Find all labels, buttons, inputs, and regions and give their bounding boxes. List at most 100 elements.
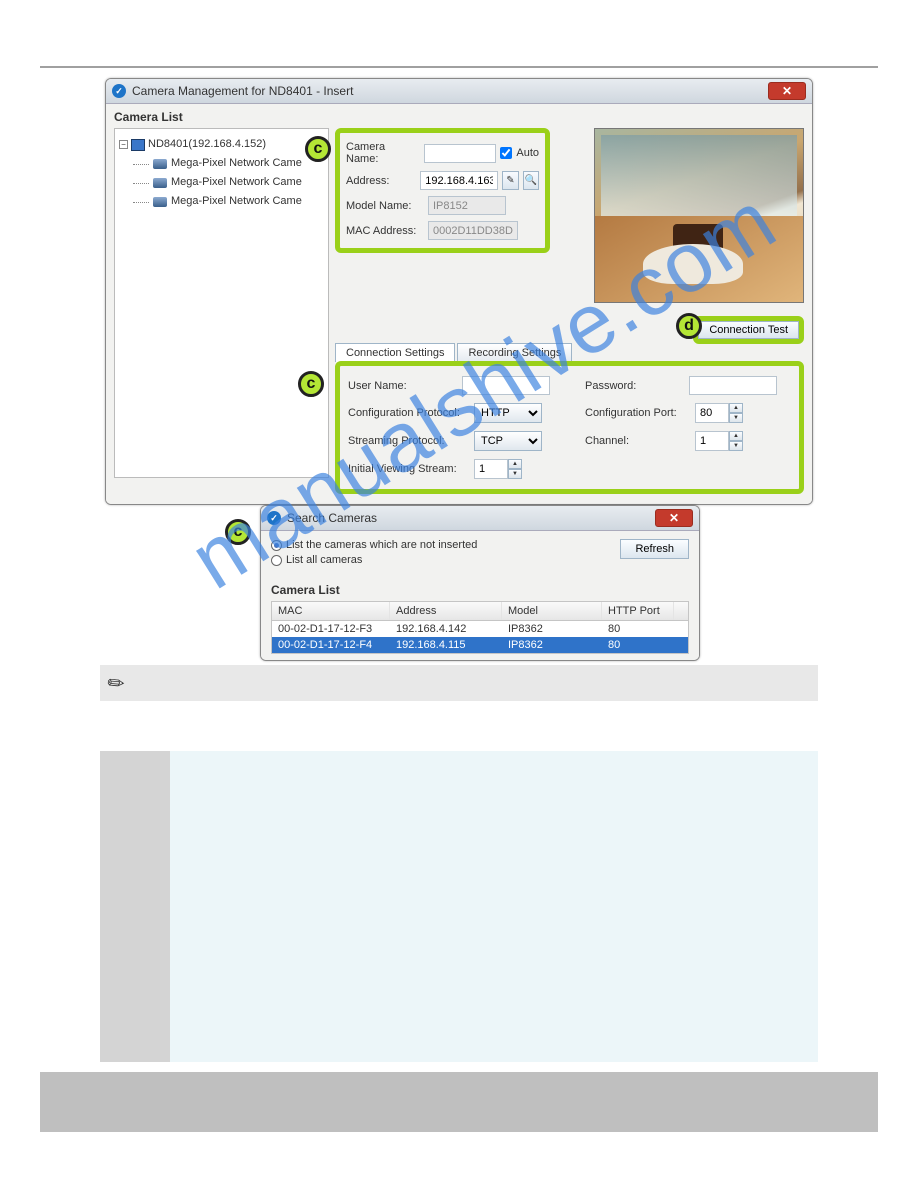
streaming-protocol-select[interactable]: TCP: [474, 431, 542, 451]
tree-camera-node[interactable]: Mega-Pixel Network Came: [153, 154, 324, 173]
detect-button[interactable]: ✎: [502, 171, 518, 190]
user-name-label: User Name:: [348, 380, 458, 392]
channel-spinner[interactable]: ▲▼: [695, 431, 743, 451]
spin-up-icon[interactable]: ▲: [508, 459, 522, 469]
model-name-label: Model Name:: [346, 200, 424, 212]
address-label: Address:: [346, 175, 416, 187]
annotation-badge-c: c: [225, 519, 251, 545]
table-stub-cell: [100, 966, 170, 1026]
spin-down-icon[interactable]: ▼: [729, 413, 743, 423]
page-footer-band: [40, 1072, 878, 1132]
tab-recording-settings[interactable]: Recording Settings: [457, 343, 572, 362]
camera-tree[interactable]: − ND8401(192.168.4.152) Mega-Pixel Netwo…: [114, 128, 329, 478]
col-model[interactable]: Model: [502, 602, 602, 620]
search-button[interactable]: 🔍: [523, 171, 539, 190]
connection-test-box: Connection Test: [693, 316, 804, 344]
titlebar: ✓ Camera Management for ND8401 - Insert …: [106, 79, 812, 104]
table-row[interactable]: 00-02-D1-17-12-F3 192.168.4.142 IP8362 8…: [272, 621, 688, 637]
tree-node-label: Mega-Pixel Network Came: [171, 154, 302, 173]
model-name-input: [428, 196, 506, 215]
password-input[interactable]: [689, 376, 777, 395]
refresh-button[interactable]: Refresh: [620, 539, 689, 559]
camera-management-window: ✓ Camera Management for ND8401 - Insert …: [105, 78, 813, 505]
search-icon: 🔍: [525, 175, 537, 186]
tree-node-label: Mega-Pixel Network Came: [171, 192, 302, 211]
config-protocol-select[interactable]: HTTP: [474, 403, 542, 423]
config-protocol-label: Configuration Protocol:: [348, 407, 470, 419]
tree-root-node[interactable]: − ND8401(192.168.4.152): [119, 135, 324, 154]
tree-camera-node[interactable]: Mega-Pixel Network Came: [153, 192, 324, 211]
close-icon: ✕: [669, 511, 679, 525]
radio-label: List all cameras: [286, 554, 362, 566]
user-name-input[interactable]: [462, 376, 550, 395]
pencil-icon: ✎: [102, 668, 131, 698]
app-icon: ✓: [112, 84, 126, 98]
config-port-label: Configuration Port:: [585, 407, 691, 419]
annotation-badge-c: c: [305, 136, 331, 162]
camera-list-heading: Camera List: [271, 583, 689, 597]
titlebar: ✓ Search Cameras ✕: [261, 506, 699, 531]
table-content-cell: [170, 871, 818, 966]
camera-icon: [153, 178, 167, 188]
connection-test-button[interactable]: Connection Test: [698, 321, 799, 339]
radio-icon: [271, 555, 282, 566]
config-port-input[interactable]: [695, 403, 729, 423]
tab-connection-settings[interactable]: Connection Settings: [335, 343, 455, 362]
filter-not-inserted-option[interactable]: List the cameras which are not inserted: [271, 539, 620, 551]
table-row[interactable]: 00-02-D1-17-12-F4 192.168.4.115 IP8362 8…: [272, 637, 688, 653]
radio-icon: [271, 540, 282, 551]
col-http-port[interactable]: HTTP Port: [602, 602, 674, 620]
tree-root-label: ND8401(192.168.4.152): [148, 135, 266, 154]
tree-node-label: Mega-Pixel Network Came: [171, 173, 302, 192]
table-content-cell: [170, 1026, 818, 1062]
table-stub-cell: [100, 751, 170, 871]
initial-stream-spinner[interactable]: ▲▼: [474, 459, 522, 479]
address-input[interactable]: [420, 171, 498, 190]
camera-icon: [153, 197, 167, 207]
camera-preview-thumbnail: [594, 128, 804, 303]
search-cameras-window: ✓ Search Cameras ✕ Refresh List the came…: [260, 505, 700, 661]
channel-label: Channel:: [585, 435, 691, 447]
camera-name-label: Camera Name:: [346, 141, 420, 165]
close-button[interactable]: ✕: [655, 509, 693, 527]
camera-icon: [153, 159, 167, 169]
table-header: MAC Address Model HTTP Port: [272, 602, 688, 621]
close-icon: ✕: [782, 84, 792, 98]
camera-list-heading: Camera List: [114, 110, 804, 124]
mac-address-input: [428, 221, 518, 240]
table-stub-cell: [100, 1026, 170, 1062]
screenshot-area: manualshive.com ✓ Camera Management for …: [105, 78, 813, 661]
table-stub-cell: [100, 871, 170, 966]
tree-expand-icon[interactable]: −: [119, 140, 128, 149]
initial-stream-input[interactable]: [474, 459, 508, 479]
table-content-cell: [170, 751, 818, 871]
col-address[interactable]: Address: [390, 602, 502, 620]
close-button[interactable]: ✕: [768, 82, 806, 100]
connection-settings-panel: c User Name: Password:: [335, 361, 804, 494]
col-mac[interactable]: MAC: [272, 602, 390, 620]
config-port-spinner[interactable]: ▲▼: [695, 403, 743, 423]
camera-name-input[interactable]: [424, 144, 496, 163]
note-bar: ✎: [100, 665, 818, 701]
annotation-badge-d: d: [676, 313, 702, 339]
mac-address-label: MAC Address:: [346, 225, 424, 237]
radio-label: List the cameras which are not inserted: [286, 539, 477, 551]
window-title: Search Cameras: [287, 511, 377, 525]
channel-input[interactable]: [695, 431, 729, 451]
streaming-protocol-label: Streaming Protocol:: [348, 435, 470, 447]
settings-tabs: Connection Settings Recording Settings: [335, 343, 804, 362]
password-label: Password:: [585, 380, 685, 392]
spin-up-icon[interactable]: ▲: [729, 403, 743, 413]
spin-down-icon[interactable]: ▼: [508, 469, 522, 479]
app-icon: ✓: [267, 511, 281, 525]
annotation-badge-c: c: [298, 371, 324, 397]
wand-icon: ✎: [506, 175, 514, 186]
filter-all-option[interactable]: List all cameras: [271, 554, 620, 566]
spin-up-icon[interactable]: ▲: [729, 431, 743, 441]
spin-down-icon[interactable]: ▼: [729, 441, 743, 451]
auto-checkbox[interactable]: [500, 147, 512, 159]
camera-info-box: Camera Name: Auto Address: ✎ 🔍 M: [335, 128, 550, 253]
auto-label: Auto: [516, 147, 539, 159]
item-table: [100, 751, 818, 1062]
tree-camera-node[interactable]: Mega-Pixel Network Came: [153, 173, 324, 192]
